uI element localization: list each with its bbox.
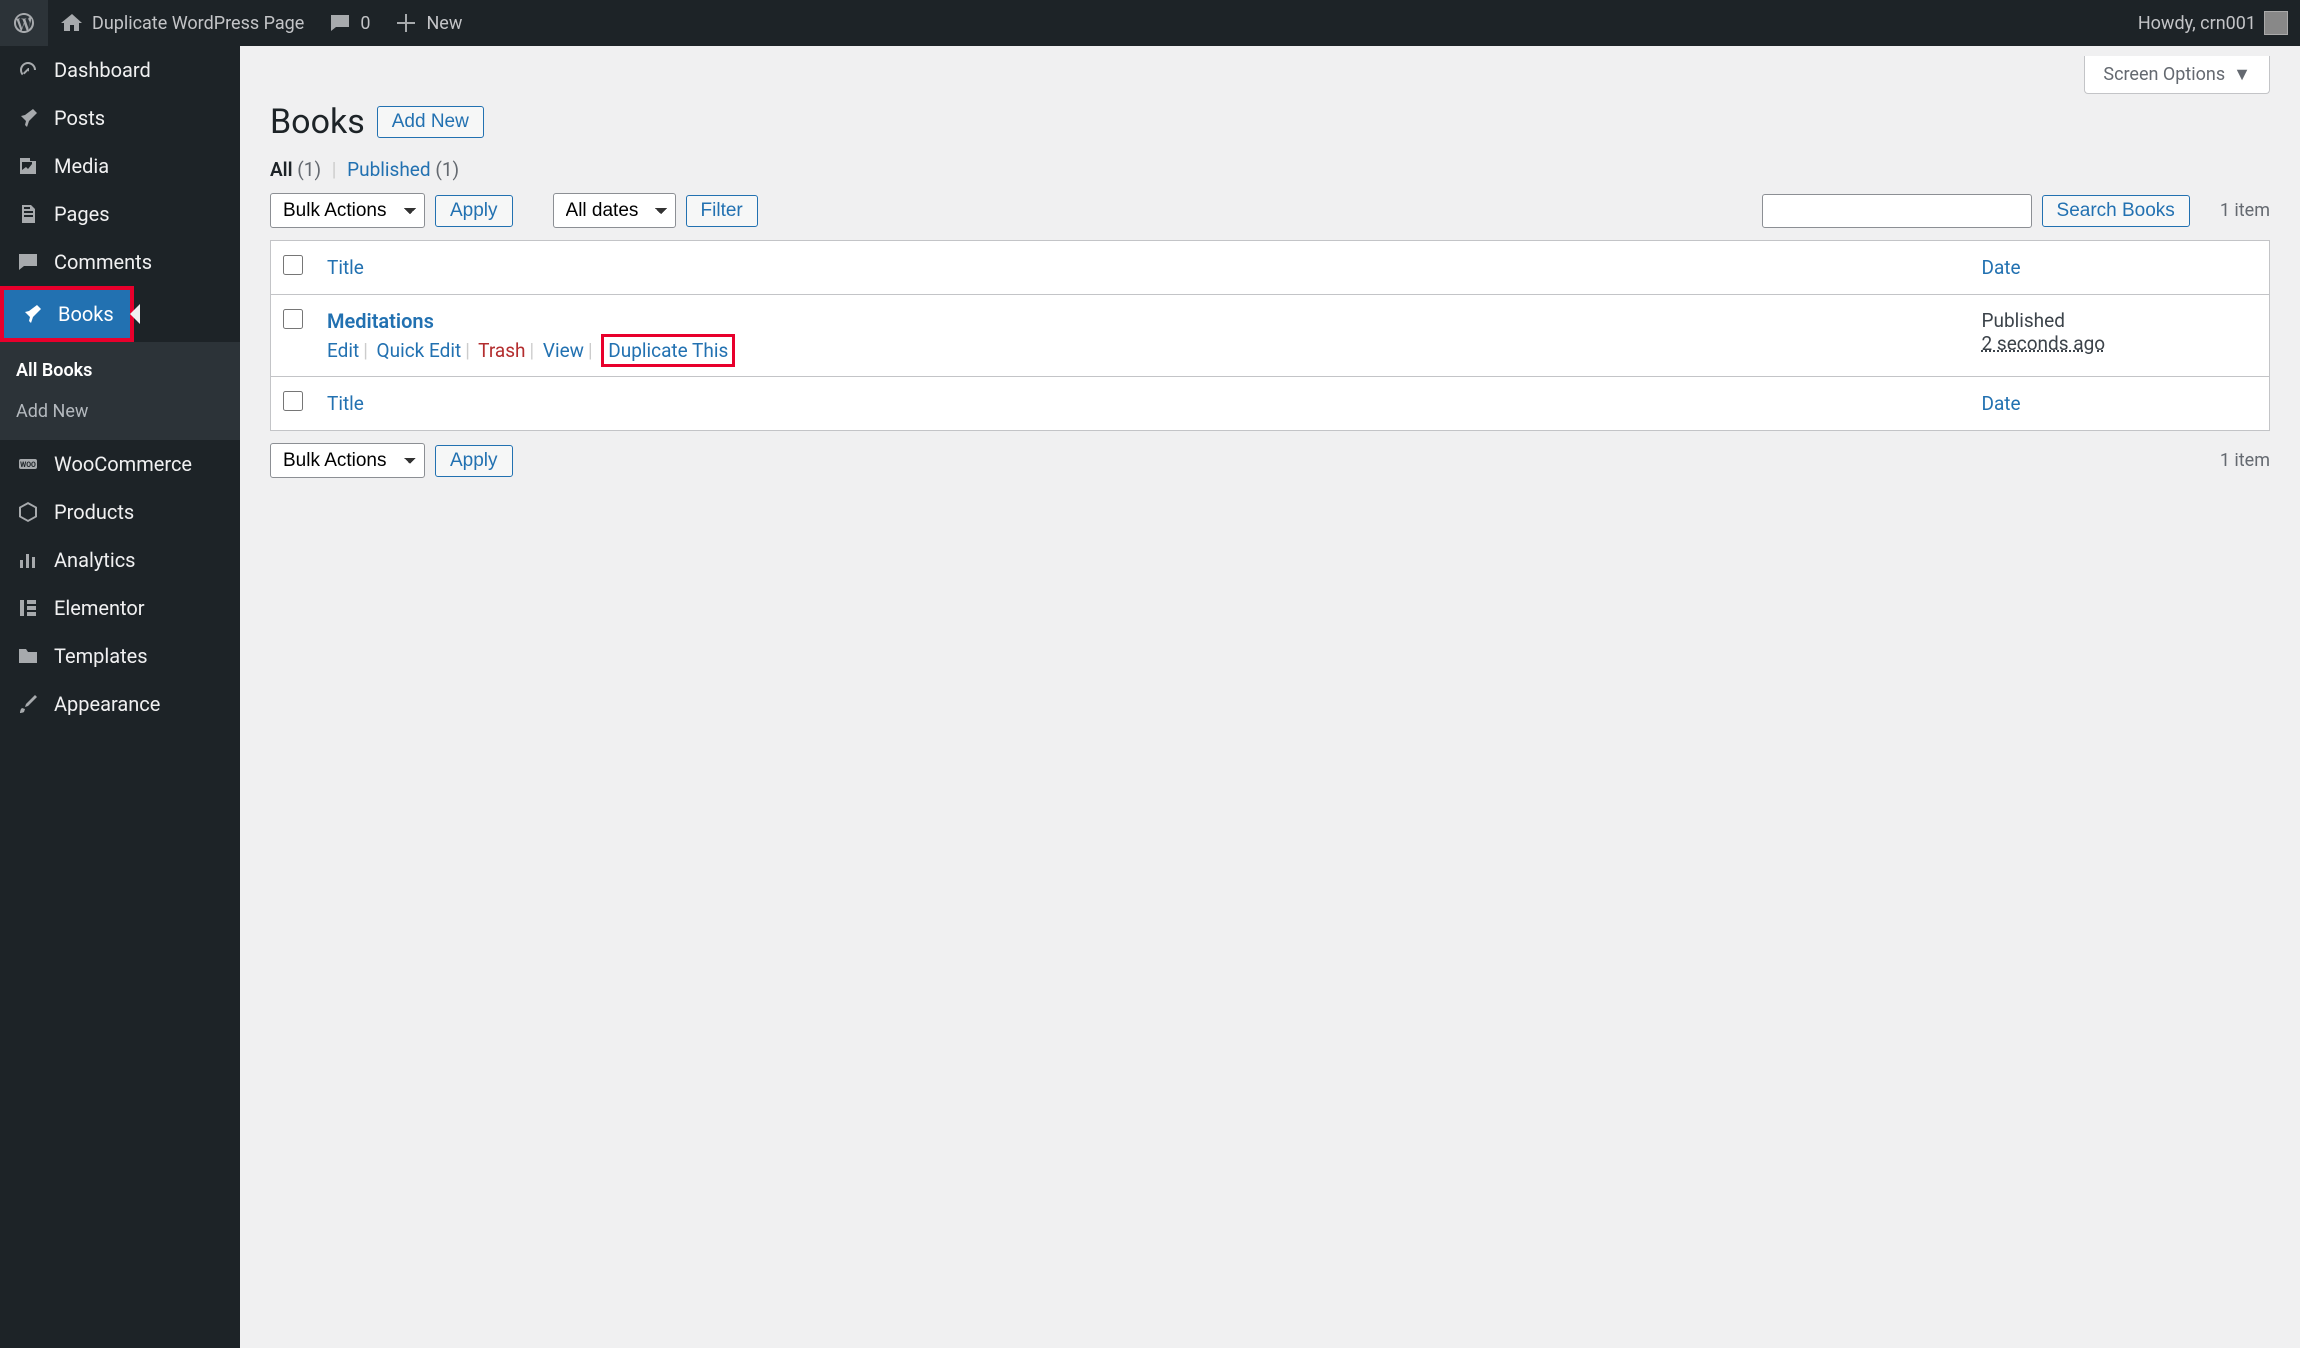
- avatar: [2264, 11, 2288, 35]
- sidebar-item-books[interactable]: Books: [4, 290, 130, 338]
- filter-all[interactable]: All: [270, 158, 293, 181]
- bars-icon: [16, 548, 40, 572]
- search-button[interactable]: Search Books: [2042, 195, 2190, 227]
- menu-label: Templates: [54, 644, 148, 668]
- add-new-button[interactable]: Add New: [377, 106, 484, 138]
- box-icon: [16, 500, 40, 524]
- row-time: 2 seconds ago: [1982, 332, 2258, 355]
- screen-options-button[interactable]: Screen Options ▼: [2084, 56, 2270, 94]
- col-date[interactable]: Date: [1970, 241, 2270, 295]
- elementor-icon: [16, 596, 40, 620]
- comment-icon: [328, 11, 352, 35]
- comment-icon: [16, 250, 40, 274]
- wp-logo[interactable]: [0, 0, 48, 46]
- submenu-add-new[interactable]: Add New: [0, 391, 240, 432]
- status-filters: All (1) | Published (1): [270, 158, 2270, 181]
- items-count-bottom: 1 item: [2220, 450, 2270, 471]
- filter-published[interactable]: Published: [347, 158, 430, 181]
- sidebar-item-templates[interactable]: Templates: [0, 632, 240, 680]
- bulk-actions-select-bottom[interactable]: Bulk Actions: [270, 443, 425, 478]
- highlight-books-menu: Books: [0, 286, 134, 342]
- row-actions: Edit| Quick Edit| Trash| View| Duplicate…: [327, 339, 1958, 362]
- site-home[interactable]: Duplicate WordPress Page: [48, 0, 316, 46]
- menu-label: Comments: [54, 250, 152, 274]
- sidebar-item-posts[interactable]: Posts: [0, 94, 240, 142]
- sidebar-item-elementor[interactable]: Elementor: [0, 584, 240, 632]
- sidebar-item-media[interactable]: Media: [0, 142, 240, 190]
- items-count-top: 1 item: [2220, 200, 2270, 221]
- main-content: Screen Options ▼ Books Add New All (1) |…: [240, 46, 2300, 1348]
- select-all-top[interactable]: [283, 255, 303, 275]
- bulk-actions-select[interactable]: Bulk Actions: [270, 193, 425, 228]
- date-filter-select[interactable]: All dates: [553, 193, 676, 228]
- sidebar-item-products[interactable]: Products: [0, 488, 240, 536]
- comments-count: 0: [360, 13, 370, 34]
- site-title: Duplicate WordPress Page: [92, 13, 304, 34]
- pin-icon: [20, 302, 44, 326]
- menu-label: Dashboard: [54, 58, 151, 82]
- action-duplicate[interactable]: Duplicate This: [608, 339, 728, 362]
- media-icon: [16, 154, 40, 178]
- gauge-icon: [16, 58, 40, 82]
- highlight-duplicate-action: Duplicate This: [601, 334, 735, 367]
- caret-down-icon: ▼: [2233, 64, 2251, 85]
- sidebar-item-analytics[interactable]: Analytics: [0, 536, 240, 584]
- comments-shortcut[interactable]: 0: [316, 0, 382, 46]
- menu-label: Elementor: [54, 596, 145, 620]
- account-menu[interactable]: Howdy, crn001: [2126, 0, 2300, 46]
- new-content[interactable]: New: [382, 0, 474, 46]
- admin-sidebar: Dashboard Posts Media Pages Comments Boo…: [0, 46, 240, 1348]
- action-view[interactable]: View: [543, 339, 584, 362]
- sidebar-item-appearance[interactable]: Appearance: [0, 680, 240, 728]
- sidebar-item-pages[interactable]: Pages: [0, 190, 240, 238]
- menu-label: Appearance: [54, 692, 160, 716]
- menu-label: Pages: [54, 202, 110, 226]
- search-input[interactable]: [1762, 194, 2032, 228]
- posts-table: Title Date Meditations Edit| Quick Edit|…: [270, 240, 2270, 431]
- apply-button-bottom[interactable]: Apply: [435, 445, 513, 477]
- select-all-bottom[interactable]: [283, 391, 303, 411]
- col-title-foot[interactable]: Title: [315, 377, 1970, 431]
- plus-icon: [394, 11, 418, 35]
- menu-label: Media: [54, 154, 109, 178]
- row-title-link[interactable]: Meditations: [327, 309, 434, 333]
- submenu-all-books[interactable]: All Books: [0, 350, 240, 391]
- folder-icon: [16, 644, 40, 668]
- filter-button[interactable]: Filter: [686, 195, 758, 227]
- action-trash[interactable]: Trash: [478, 339, 525, 362]
- menu-label: Posts: [54, 106, 105, 130]
- admin-toolbar: Duplicate WordPress Page 0 New Howdy, cr…: [0, 0, 2300, 46]
- pin-icon: [16, 106, 40, 130]
- svg-text:WOO: WOO: [20, 461, 36, 469]
- action-edit[interactable]: Edit: [327, 339, 359, 362]
- row-checkbox[interactable]: [283, 309, 303, 329]
- new-label: New: [426, 13, 462, 34]
- sidebar-item-dashboard[interactable]: Dashboard: [0, 46, 240, 94]
- books-submenu: All Books Add New: [0, 342, 240, 440]
- row-status: Published: [1982, 309, 2258, 332]
- menu-label: Books: [58, 302, 114, 326]
- col-date-foot[interactable]: Date: [1970, 377, 2270, 431]
- sidebar-item-woocommerce[interactable]: WOO WooCommerce: [0, 440, 240, 488]
- table-row: Meditations Edit| Quick Edit| Trash| Vie…: [271, 295, 2270, 377]
- howdy-text: Howdy, crn001: [2138, 13, 2256, 34]
- page-title: Books: [270, 102, 365, 142]
- menu-label: WooCommerce: [54, 452, 192, 476]
- action-quick-edit[interactable]: Quick Edit: [377, 339, 462, 362]
- pages-icon: [16, 202, 40, 226]
- sidebar-item-comments[interactable]: Comments: [0, 238, 240, 286]
- home-icon: [60, 11, 84, 35]
- wordpress-icon: [12, 11, 36, 35]
- menu-label: Analytics: [54, 548, 136, 572]
- col-title[interactable]: Title: [315, 241, 1970, 295]
- brush-icon: [16, 692, 40, 716]
- menu-label: Products: [54, 500, 134, 524]
- apply-button[interactable]: Apply: [435, 195, 513, 227]
- woo-icon: WOO: [16, 452, 40, 476]
